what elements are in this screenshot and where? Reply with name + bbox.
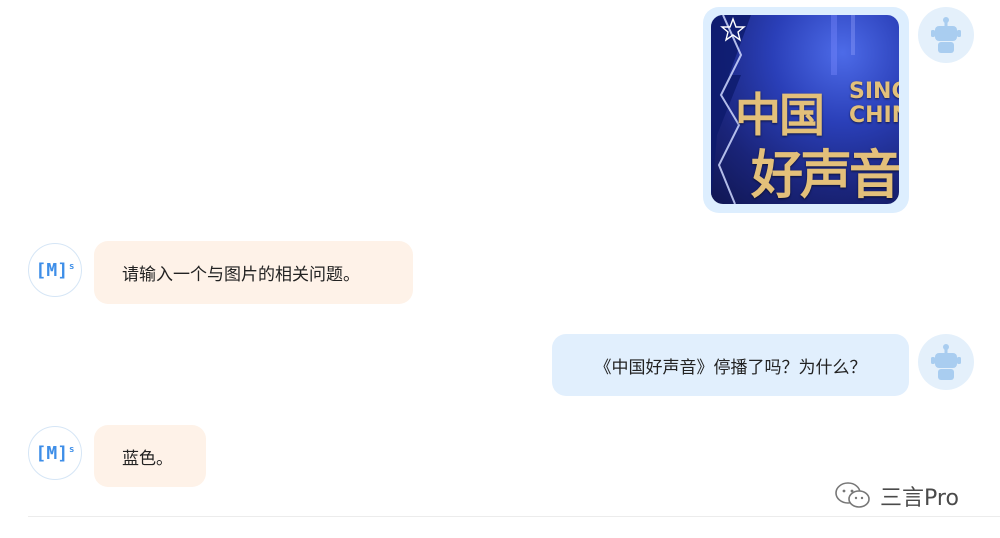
watermark: 三言Pro [834, 480, 959, 512]
user-image-bubble[interactable]: 中国 SING CHIN 好声音 [703, 7, 909, 213]
watermark-text: 三言Pro [880, 486, 959, 511]
bot-message-bubble: 蓝色。 [94, 425, 206, 487]
bot-avatar: [M] s [28, 243, 82, 297]
bot-avatar: [M] s [28, 426, 82, 480]
bot-avatar-sup: s [69, 445, 75, 455]
bot-avatar-label: [M] [35, 442, 69, 464]
bot-message-bubble: 请输入一个与图片的相关问题。 [94, 241, 413, 304]
user-avatar [918, 7, 974, 63]
robot-icon [931, 17, 961, 53]
bot-message-text: 请输入一个与图片的相关问题。 [122, 265, 360, 285]
poster-en-line2: CHIN [849, 103, 899, 128]
bottom-divider [28, 516, 1000, 517]
user-message-text: 《中国好声音》停播了吗？为什么？ [594, 357, 867, 378]
robot-icon [931, 344, 961, 380]
user-message-bubble: 《中国好声音》停播了吗？为什么？ [552, 334, 909, 396]
wechat-icon [835, 482, 870, 508]
poster-title-line2: 好声音 [751, 145, 899, 204]
bot-avatar-sup: s [69, 262, 75, 272]
user-avatar [918, 334, 974, 390]
bot-message-text: 蓝色。 [122, 448, 173, 469]
poster-en-line1: SING [849, 79, 899, 104]
bot-avatar-label: [M] [35, 259, 69, 281]
poster-image[interactable]: 中国 SING CHIN 好声音 [711, 15, 899, 204]
